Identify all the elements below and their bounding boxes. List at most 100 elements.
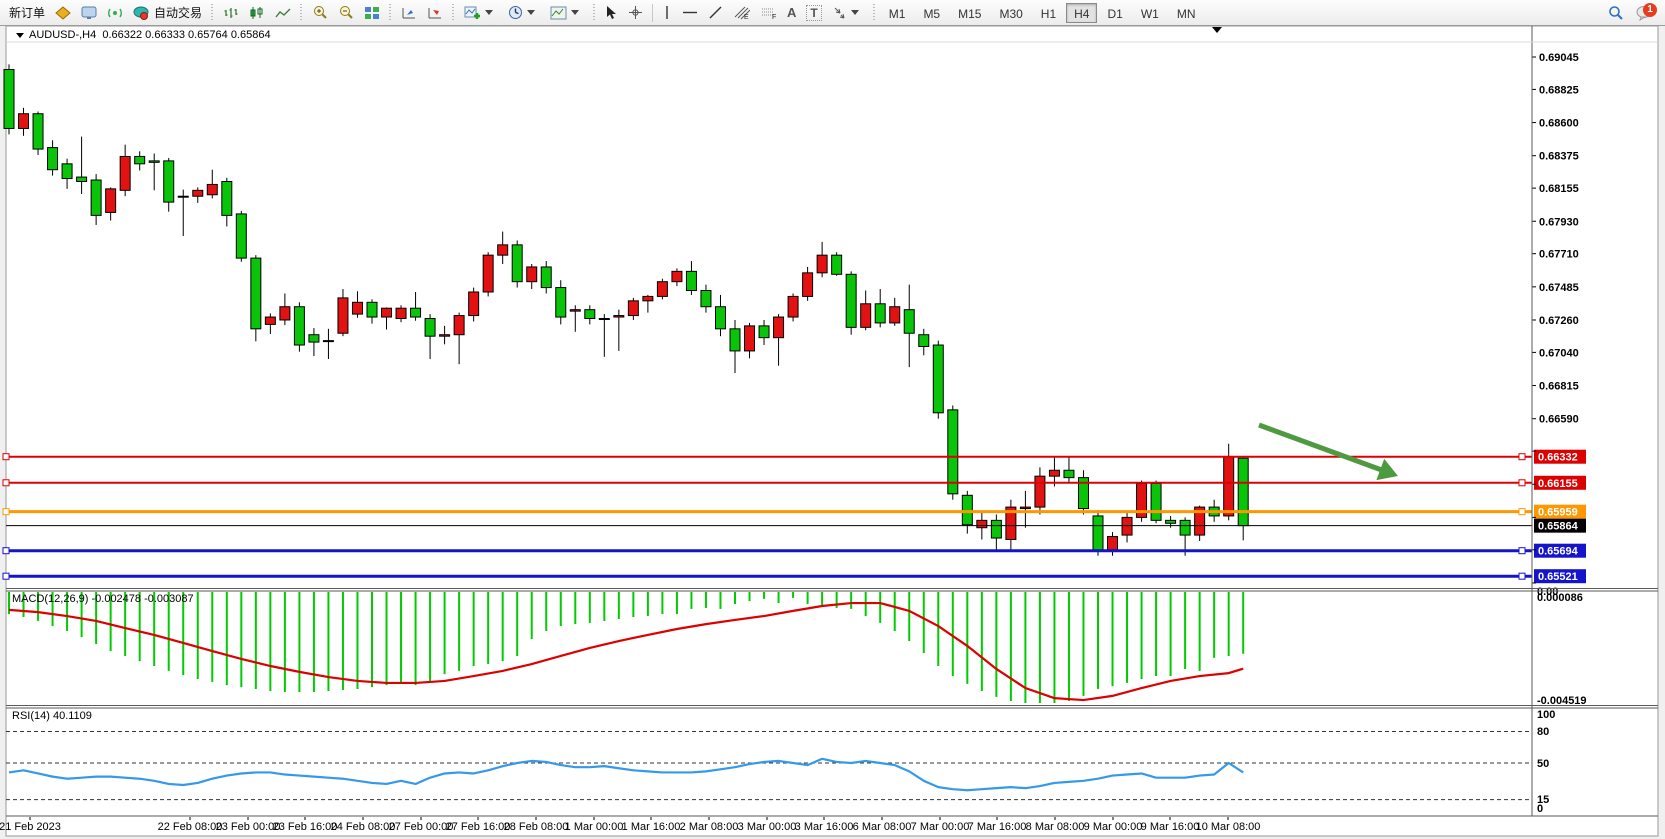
chart-window-icon-button[interactable] <box>76 2 102 24</box>
indicator-window-up-button[interactable] <box>396 2 422 24</box>
candle-down <box>512 245 522 282</box>
date-label: 28 Feb 08:00 <box>504 821 569 833</box>
toolbar-grip <box>210 4 215 22</box>
chevron-down-icon <box>571 10 579 15</box>
chart-surface[interactable]: 0.000.000086-0.00451910080501500.663320.… <box>0 0 1665 839</box>
candle-up <box>861 304 871 328</box>
candle-up <box>614 316 624 317</box>
timeframe-h4[interactable]: H4 <box>1066 3 1097 23</box>
candle-down <box>1166 520 1176 523</box>
bar-chart-mode-button[interactable] <box>218 2 244 24</box>
candle-down <box>48 148 58 170</box>
candle-down <box>715 307 725 329</box>
toolbar-grip <box>451 4 456 22</box>
symbol-name: AUDUSD-,H4 <box>29 29 96 41</box>
line-handle-right[interactable] <box>1519 573 1525 579</box>
periods-dropdown[interactable] <box>503 2 545 24</box>
line-chart-mode-button[interactable] <box>270 2 296 24</box>
crosshair-tool-button[interactable] <box>623 2 648 24</box>
add-indicator-dropdown[interactable] <box>459 2 503 24</box>
candle-down <box>948 410 958 494</box>
search-button[interactable] <box>1603 2 1629 24</box>
templates-dropdown[interactable] <box>545 2 589 24</box>
crosshair-icon <box>628 5 643 20</box>
line-handle-right[interactable] <box>1519 480 1525 486</box>
arrows-tool-dropdown[interactable] <box>827 2 869 24</box>
zoom-out-button[interactable] <box>333 2 359 24</box>
fibonacci-tool-button[interactable]: E <box>728 2 755 24</box>
candle-down <box>33 114 43 149</box>
candle-up <box>280 307 290 320</box>
tile-windows-button[interactable] <box>359 2 385 24</box>
horizontal-line-icon <box>682 5 698 20</box>
candle-down <box>425 319 435 337</box>
date-label: 23 Feb 16:00 <box>273 821 338 833</box>
zoom-in-button[interactable] <box>307 2 333 24</box>
timeframe-m5[interactable]: M5 <box>915 3 948 23</box>
timeframe-m15[interactable]: M15 <box>950 3 989 23</box>
timeframe-mn[interactable]: MN <box>1169 3 1204 23</box>
line-handle-left[interactable] <box>3 480 9 486</box>
svg-text:E: E <box>744 14 749 20</box>
cursor-tool-button[interactable] <box>600 2 623 24</box>
gold-diamond-icon <box>55 6 71 20</box>
line-handle-right[interactable] <box>1519 548 1525 554</box>
line-handle-right[interactable] <box>1519 454 1525 460</box>
candle-down <box>1238 458 1248 525</box>
timeframe-m30[interactable]: M30 <box>991 3 1030 23</box>
date-label: 27 Feb 00:00 <box>389 821 454 833</box>
candlestick-icon <box>249 6 265 20</box>
trendline-tool-button[interactable] <box>703 2 728 24</box>
line-handle-left[interactable] <box>3 454 9 460</box>
candle-down <box>62 164 72 179</box>
date-label: 21 Feb 2023 <box>0 821 61 833</box>
date-label: 27 Feb 16:00 <box>446 821 511 833</box>
line-handle-right[interactable] <box>1519 509 1525 515</box>
candle-down <box>701 291 711 307</box>
auto-trading-label: 自动交易 <box>154 4 202 21</box>
timeframe-w1[interactable]: W1 <box>1133 3 1167 23</box>
text-label-tool-button[interactable]: T <box>801 2 826 24</box>
horizontal-line-tool-button[interactable] <box>677 2 703 24</box>
svg-text:0.000086: 0.000086 <box>1537 592 1583 604</box>
line-handle-left[interactable] <box>3 548 9 554</box>
date-label: 8 Mar 08:00 <box>1026 821 1085 833</box>
candle-up <box>1224 457 1234 516</box>
line-handle-left[interactable] <box>3 573 9 579</box>
timeframe-h1[interactable]: H1 <box>1033 3 1064 23</box>
candle-up <box>338 298 348 333</box>
grid-tool-button[interactable]: F <box>755 2 782 24</box>
rsi-indicator-label: RSI(14) 40.1109 <box>12 710 92 722</box>
cursor-arrow-icon <box>605 5 618 20</box>
price-tag-value: 0.66332 <box>1538 452 1578 464</box>
candle-down <box>1151 484 1161 521</box>
candle-up <box>977 520 987 527</box>
notifications-button[interactable]: 1 <box>1631 2 1659 24</box>
new-order-button[interactable]: 新订单 <box>4 2 50 24</box>
chart-window[interactable] <box>6 26 1658 836</box>
timeframe-d1[interactable]: D1 <box>1099 3 1130 23</box>
gold-diamond-icon-button[interactable] <box>50 2 76 24</box>
candle-down <box>686 271 696 290</box>
candle-down <box>541 267 551 288</box>
timeframe-m1[interactable]: M1 <box>881 3 914 23</box>
candle-down <box>236 214 246 258</box>
date-label: 9 Mar 16:00 <box>1141 821 1200 833</box>
vertical-line-tool-button[interactable] <box>657 2 677 24</box>
clock-icon <box>508 5 523 20</box>
notification-badge: 1 <box>1643 3 1657 17</box>
candle-up <box>178 196 188 197</box>
radar-signal-icon <box>107 6 123 20</box>
timeframe-group: M1M5M15M30H1H4D1W1MN <box>880 3 1205 23</box>
main-toolbar: 新订单 自动交易 <box>0 0 1665 26</box>
indicator-window-down-button[interactable] <box>422 2 448 24</box>
candle-up <box>1035 476 1045 507</box>
signal-icon-button[interactable] <box>102 2 128 24</box>
svg-text:0.68600: 0.68600 <box>1539 118 1579 130</box>
text-tool-button[interactable]: A <box>782 2 801 24</box>
candle-up <box>788 296 798 317</box>
svg-text:0.66815: 0.66815 <box>1539 381 1579 393</box>
auto-trading-button[interactable]: 自动交易 <box>128 2 207 24</box>
line-handle-left[interactable] <box>3 509 9 515</box>
candlestick-mode-button[interactable] <box>244 2 270 24</box>
